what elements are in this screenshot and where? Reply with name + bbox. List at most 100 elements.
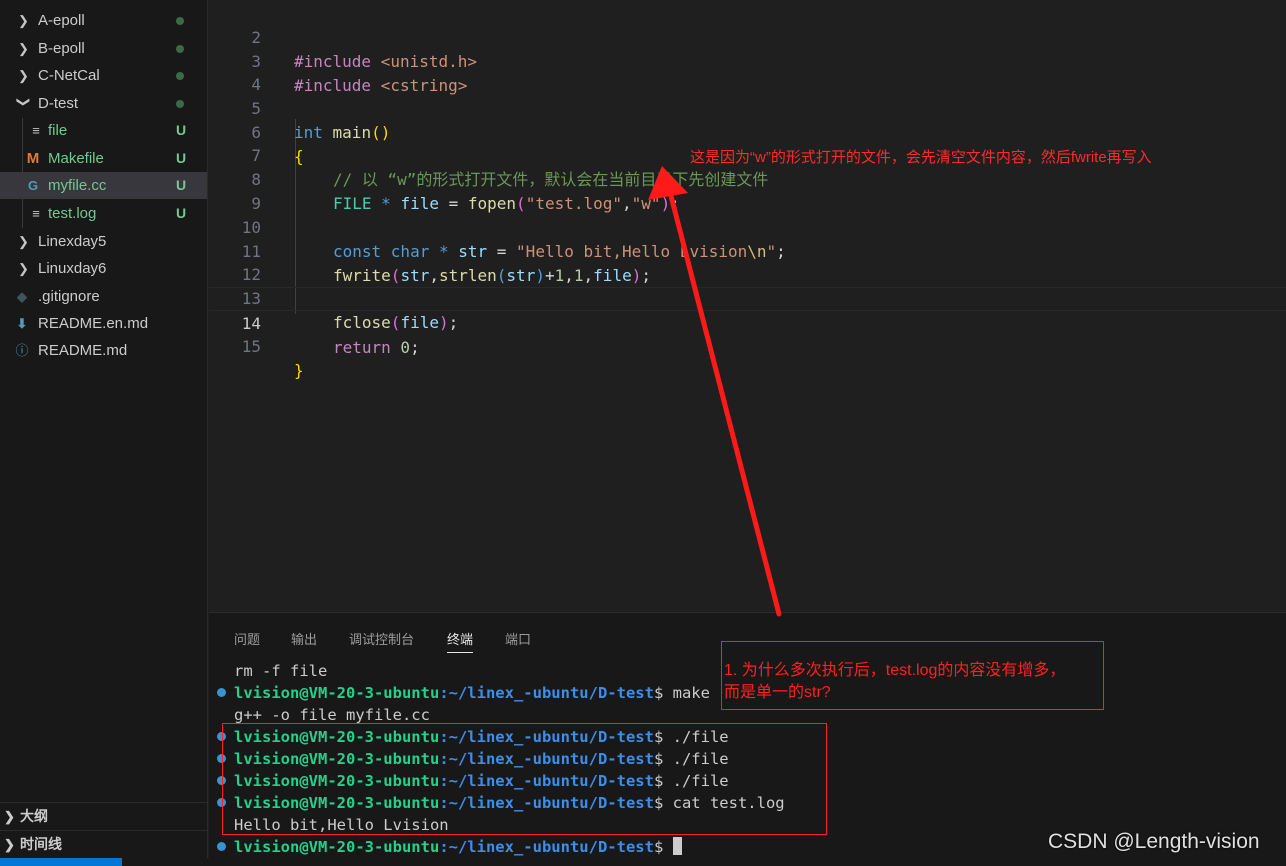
info-icon: ⓘ: [15, 343, 29, 358]
tab-ports[interactable]: 端口: [505, 629, 531, 648]
code-text: }: [294, 359, 304, 383]
file-lines-icon: ≡: [32, 206, 40, 221]
git-status-badge: U: [176, 177, 187, 193]
code-line: 2 #include <unistd.h>: [209, 2, 1286, 71]
timeline-section-header[interactable]: ❯ 时间线: [0, 830, 207, 857]
code-editor[interactable]: 2 #include <unistd.h> 3 #include <cstrin…: [209, 0, 1286, 612]
code-line: 11 fwrite(str,strlen(str)+1,1,file);: [209, 216, 1286, 285]
terminal-command: make: [672, 684, 710, 702]
code-line: 10 const char * str = "Hello bit,Hello L…: [209, 192, 1286, 261]
code-line: 6 {: [209, 97, 1286, 166]
remote-indicator[interactable]: [0, 858, 122, 866]
git-status-badge: U: [176, 205, 187, 221]
tree-item-label: .gitignore: [38, 288, 100, 305]
tab-problems[interactable]: 问题: [234, 629, 260, 648]
outline-label: 大纲: [20, 808, 48, 824]
tree-file-file[interactable]: ≡ file U: [0, 117, 207, 144]
tree-item-label: Makefile: [48, 150, 104, 167]
outline-section-header[interactable]: ❯ 大纲: [0, 802, 207, 829]
prompt-sign: $: [653, 684, 673, 702]
code-line: 13 fclose(file);: [209, 263, 1286, 332]
code-line-current: 14 return 0;: [209, 287, 1286, 357]
tree-folder-linexday5[interactable]: ❯ Linexday5: [0, 228, 207, 255]
token-number: 0: [390, 338, 411, 357]
tree-folder-linuxday6[interactable]: ❯ Linuxday6: [0, 255, 207, 282]
modified-dot-icon: [176, 72, 184, 80]
status-bar: [0, 858, 1286, 866]
tree-item-label: Linexday5: [38, 233, 107, 250]
code-line: 4: [209, 49, 1286, 94]
chevron-right-icon: ❯: [18, 41, 29, 56]
modified-dot-icon: [176, 45, 184, 53]
tree-item-label: myfile.cc: [48, 177, 107, 194]
code-line: 12: [209, 239, 1286, 284]
tree-file-myfile-cc[interactable]: G myfile.cc U: [0, 172, 207, 199]
command-decoration-icon: [217, 842, 226, 851]
chevron-right-icon: ❯: [18, 68, 29, 83]
chevron-right-icon: ❯: [18, 261, 29, 276]
tree-item-label: Linuxday6: [38, 260, 107, 277]
cpp-file-icon: G: [27, 178, 39, 193]
tree-file-readme[interactable]: ⓘ README.md: [0, 337, 207, 364]
command-decoration-icon: [217, 688, 226, 697]
tree-file-test-log[interactable]: ≡ test.log U: [0, 200, 207, 227]
tab-output[interactable]: 输出: [291, 629, 317, 648]
tree-item-label: D-test: [38, 95, 79, 112]
git-diamond-icon: ◆: [17, 289, 27, 304]
prompt-user: lvision@VM-20-3-ubuntu: [234, 838, 440, 856]
tree-item-label: C-NetCal: [38, 67, 100, 84]
tree-file-readme-en[interactable]: ⬇ README.en.md: [0, 310, 207, 337]
git-status-badge: U: [176, 122, 187, 138]
modified-dot-icon: [176, 100, 184, 108]
chevron-right-icon: ❯: [18, 13, 29, 28]
makefile-icon: M: [26, 150, 40, 167]
file-lines-icon: ≡: [32, 123, 40, 138]
code-text: return 0;: [333, 336, 420, 360]
tab-terminal[interactable]: 终端: [447, 629, 474, 653]
tree-folder-a-epoll[interactable]: ❯ A-epoll: [0, 7, 207, 34]
tree-item-label: test.log: [48, 205, 97, 222]
code-line: 15 }: [209, 311, 1286, 380]
terminal-line: lvision@VM-20-3-ubuntu:~/linex_-ubuntu/D…: [234, 836, 682, 858]
line-number: 15: [241, 337, 261, 356]
tree-file-gitignore[interactable]: ◆ .gitignore: [0, 283, 207, 310]
download-arrow-icon: ⬇: [16, 316, 28, 331]
tree-item-label: README.md: [38, 342, 128, 359]
prompt-sign: $: [653, 838, 673, 856]
code-line: 3 #include <cstring>: [209, 26, 1286, 95]
git-status-badge: U: [176, 150, 187, 166]
code-line: 9: [209, 168, 1286, 213]
code-line: 5 int main(): [209, 73, 1286, 142]
tree-item-label: A-epoll: [38, 12, 85, 29]
token-brace: }: [294, 361, 304, 380]
prompt-path: :~/linex_-ubuntu/D-test: [439, 838, 654, 856]
terminal-line: rm -f file: [234, 662, 328, 680]
prompt-user: lvision@VM-20-3-ubuntu: [234, 684, 440, 702]
chevron-right-icon: ❯: [18, 234, 29, 249]
inline-annotation: 这是因为“w”的形式打开的文件，会先清空文件内容，然后fwrite再写入: [690, 149, 1152, 166]
tree-item-label: README.en.md: [38, 315, 149, 332]
tree-item-label: file: [48, 122, 68, 139]
terminal-line: lvision@VM-20-3-ubuntu:~/linex_-ubuntu/D…: [234, 682, 710, 704]
tree-folder-c-netcal[interactable]: ❯ C-NetCal: [0, 62, 207, 89]
prompt-path: :~/linex_-ubuntu/D-test: [439, 684, 654, 702]
token-semicolon: ;: [410, 338, 420, 357]
terminal-cursor: [672, 837, 682, 855]
chevron-down-icon: ❯: [16, 96, 32, 108]
tab-debug-console[interactable]: 调试控制台: [349, 629, 414, 648]
terminal-highlight-box: [222, 723, 827, 835]
code-line: 7 // 以 “w”的形式打开文件，默认会在当前目录下先创建文件: [209, 120, 1286, 189]
question-annotation-line1: 1. 为什么多次执行后，test.log的内容没有增多，: [724, 662, 1066, 679]
explorer-sidebar: ❯ A-epoll ❯ B-epoll ❯ C-NetCal ❯ D-test …: [0, 0, 208, 866]
watermark: CSDN @Length-vision: [1048, 830, 1260, 853]
question-annotation-line2: 而是单一的str?: [724, 684, 831, 701]
tree-folder-d-test[interactable]: ❯ D-test: [0, 90, 207, 117]
tree-file-makefile[interactable]: M Makefile U: [0, 145, 207, 172]
chevron-right-icon: ❯: [4, 809, 15, 824]
tree-item-label: B-epoll: [38, 40, 85, 57]
modified-dot-icon: [176, 17, 184, 25]
timeline-label: 时间线: [20, 836, 62, 852]
chevron-right-icon: ❯: [4, 837, 15, 852]
tree-folder-b-epoll[interactable]: ❯ B-epoll: [0, 35, 207, 62]
token-keyword: return: [333, 338, 391, 357]
